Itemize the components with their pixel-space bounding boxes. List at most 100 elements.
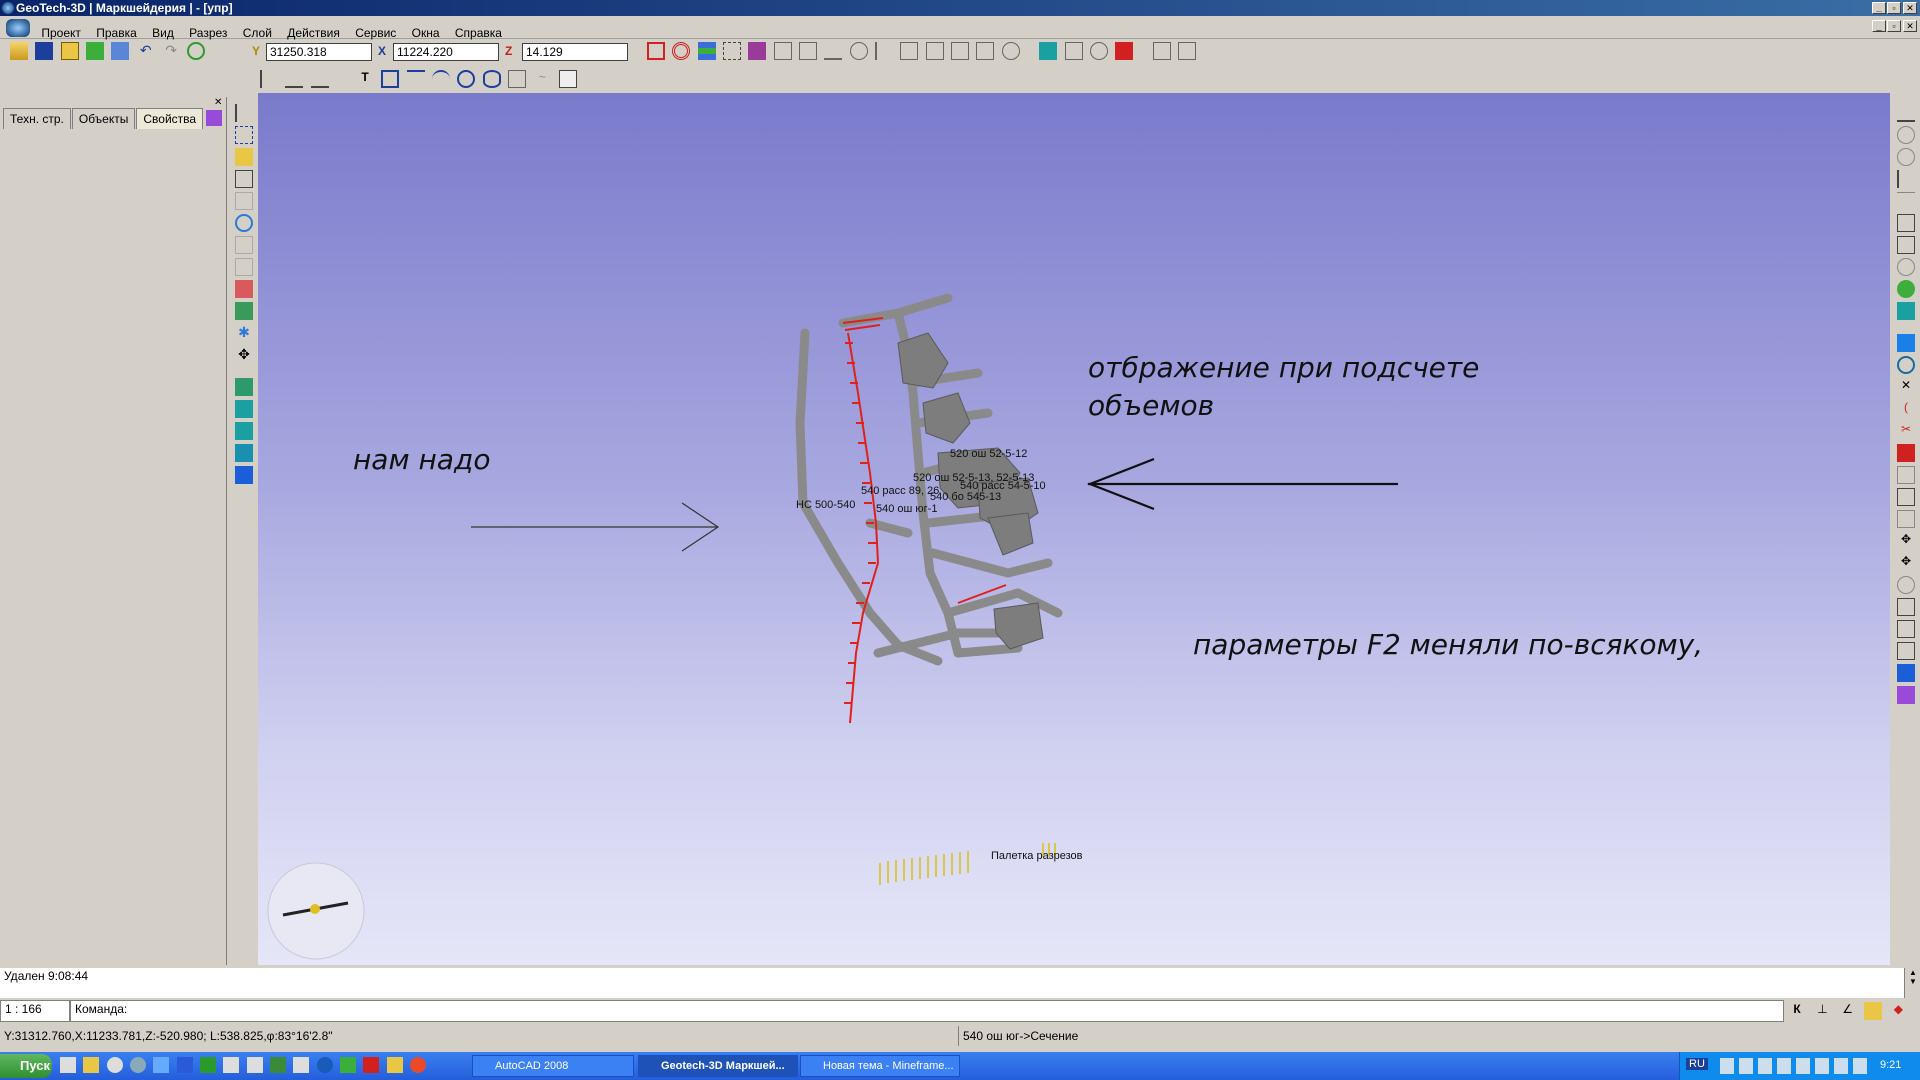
command-input[interactable]: Команда: [70, 1000, 1784, 1022]
tool-c-icon[interactable] [824, 42, 843, 60]
grid-icon[interactable] [723, 42, 742, 60]
r-tool-23-icon[interactable] [1897, 598, 1915, 616]
r-tool-7-icon[interactable] [1897, 236, 1915, 254]
language-indicator[interactable]: RU [1686, 1058, 1708, 1070]
dimension-icon[interactable] [285, 70, 304, 88]
tool-b-icon[interactable] [799, 42, 818, 60]
undo-icon[interactable]: ↶ [137, 42, 155, 60]
list-settings-icon[interactable] [1177, 42, 1196, 60]
mdi-minimize-button[interactable]: _ [1872, 20, 1886, 32]
3d-viewport[interactable]: нам надо отбражение при подсчете объемов… [258, 93, 1890, 965]
r-tool-21-icon[interactable]: ✥ [1897, 554, 1915, 572]
ql-word-icon[interactable] [176, 1057, 193, 1073]
menu-app-icon[interactable] [0, 16, 32, 40]
hatch-icon[interactable] [647, 42, 665, 60]
layers-icon[interactable] [60, 42, 79, 60]
open-icon[interactable] [10, 42, 28, 60]
r-tool-4-icon[interactable] [1897, 170, 1915, 188]
stack-icon[interactable] [697, 42, 716, 60]
ql-icon-9[interactable] [246, 1057, 263, 1073]
layer-a-icon[interactable] [235, 400, 253, 418]
circle-icon[interactable] [457, 70, 476, 88]
snap-perp-icon[interactable]: ⊥ [1813, 1002, 1831, 1020]
log-scrollbar[interactable]: ▲ ▼ [1904, 968, 1920, 998]
surface-icon[interactable] [1089, 42, 1108, 60]
ellipse-icon[interactable] [482, 70, 501, 88]
save-icon[interactable] [35, 42, 54, 60]
redo-icon[interactable]: ↷ [162, 42, 180, 60]
snowflake-icon[interactable]: ✱ [235, 324, 253, 342]
task-geotech[interactable]: Geotech-3D Маркшей... [638, 1055, 798, 1077]
task-mineframe[interactable]: Новая тема - Mineframe... [800, 1055, 960, 1077]
ql-icon-4[interactable] [130, 1057, 147, 1073]
ql-icon-3[interactable] [106, 1057, 123, 1073]
snap-icon[interactable] [235, 170, 253, 188]
r-tool-9-icon[interactable] [1897, 280, 1915, 298]
point-icon[interactable] [235, 192, 253, 210]
r-tool-27-icon[interactable] [1897, 686, 1915, 704]
pointer-line-icon[interactable] [260, 70, 278, 88]
copy-icon[interactable] [111, 42, 130, 60]
r-tool-3-icon[interactable] [1897, 148, 1915, 166]
tool-i-icon[interactable] [976, 42, 995, 60]
select-box-icon[interactable] [235, 126, 253, 144]
minimize-button[interactable]: _ [1872, 2, 1886, 14]
tool-d-icon[interactable] [849, 42, 868, 60]
r-sphere-icon[interactable] [1897, 356, 1915, 374]
solid-icon[interactable] [748, 42, 767, 60]
text-icon[interactable]: T [356, 70, 374, 88]
angle-icon[interactable] [310, 70, 329, 88]
move-icon[interactable]: ✥ [235, 346, 253, 364]
ql-icon-13[interactable] [340, 1057, 357, 1073]
r-tool-26-icon[interactable] [1897, 664, 1915, 682]
r-tool-24-icon[interactable] [1897, 620, 1915, 638]
target-icon[interactable] [672, 42, 691, 60]
r-curve-red-icon[interactable]: ( [1897, 400, 1915, 418]
rectangle-icon[interactable] [381, 70, 400, 88]
r-cross-icon[interactable]: ✕ [1897, 378, 1915, 396]
layer-b-icon[interactable] [235, 422, 253, 440]
tool-g-icon[interactable] [925, 42, 944, 60]
cube-icon[interactable] [86, 42, 105, 60]
ql-icon-1[interactable] [60, 1057, 76, 1073]
ql-icon-11[interactable] [293, 1057, 310, 1073]
polyline-icon[interactable] [406, 70, 425, 88]
scale-field[interactable]: 1 : 166 [0, 1000, 70, 1022]
table-icon[interactable] [558, 70, 577, 88]
mdi-close-button[interactable]: ✕ [1903, 20, 1917, 32]
r-tool-1-icon[interactable] [1897, 104, 1915, 122]
ql-globe-icon[interactable] [316, 1057, 333, 1073]
r-tool-2-icon[interactable] [1897, 126, 1915, 144]
z-coord-input[interactable]: 14.129 [522, 43, 628, 61]
restore-button[interactable]: ▫ [1887, 2, 1901, 14]
r-cut-red-icon[interactable]: ✂ [1897, 422, 1915, 440]
ql-excel-icon[interactable] [200, 1057, 217, 1073]
r-tool-10-icon[interactable] [1897, 302, 1915, 320]
tab-scroll-icon[interactable] [206, 110, 222, 126]
pan-hand-icon[interactable] [235, 258, 253, 276]
layer-c-icon[interactable] [235, 444, 253, 462]
x-coord-input[interactable]: 11224.220 [393, 43, 499, 61]
r-tool-16-icon[interactable] [1897, 444, 1915, 462]
tool-a-icon[interactable] [773, 42, 792, 60]
box-icon[interactable] [508, 70, 527, 88]
tool-e-icon[interactable] [875, 42, 893, 60]
refresh-icon[interactable] [187, 42, 206, 60]
list-icon[interactable] [1152, 42, 1171, 60]
snap-k-icon[interactable]: К [1788, 1002, 1806, 1020]
ql-icon-10[interactable] [270, 1057, 287, 1073]
snap-angle-icon[interactable]: ∠ [1839, 1002, 1857, 1020]
close-button[interactable]: ✕ [1903, 2, 1917, 14]
r-tool-22-icon[interactable] [1897, 576, 1915, 594]
panel-close-icon[interactable]: ✕ [214, 97, 222, 108]
color-icon[interactable] [235, 280, 253, 298]
ql-icon-8[interactable] [223, 1057, 240, 1073]
r-tool-20-icon[interactable]: ✥ [1897, 532, 1915, 550]
r-tool-6-icon[interactable] [1897, 214, 1915, 232]
tool-h-icon[interactable] [951, 42, 970, 60]
select-node-icon[interactable] [235, 148, 253, 166]
y-coord-input[interactable]: 31250.318 [266, 43, 372, 61]
ql-chrome-icon[interactable] [410, 1057, 427, 1073]
select-arrow-icon[interactable] [235, 104, 253, 122]
zoom-icon[interactable] [235, 236, 253, 254]
